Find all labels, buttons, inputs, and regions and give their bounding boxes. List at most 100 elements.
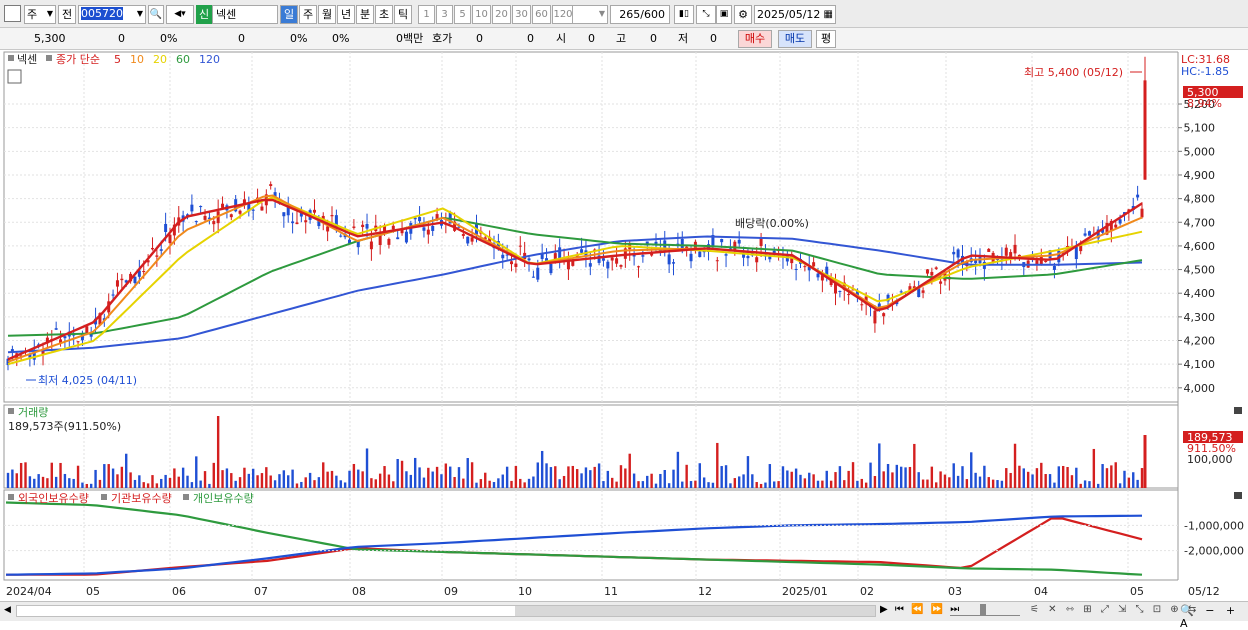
period-num-3[interactable]: 3 — [436, 5, 453, 24]
prev-button[interactable]: 전 — [58, 5, 76, 24]
timeframe-group: 일주월년분초틱 — [280, 5, 416, 24]
sell-button[interactable]: 매도 — [778, 30, 812, 48]
volume-bar — [120, 466, 124, 488]
date-field[interactable]: 2025/05/12 ▦ — [754, 5, 836, 24]
volume-bar — [317, 477, 321, 488]
timeframe-4[interactable]: 분 — [356, 5, 374, 24]
volume-bar — [273, 480, 277, 488]
scroll-track[interactable] — [16, 605, 876, 617]
volume-bar — [939, 471, 942, 488]
last-volume-bar — [1143, 435, 1147, 488]
candle-body — [654, 241, 658, 244]
candle-body — [549, 263, 553, 274]
high-label: 고 — [616, 32, 627, 45]
volume-bar — [1013, 443, 1017, 488]
price-tick-label: 4,600 — [1184, 240, 1216, 253]
zoom-slider[interactable] — [950, 604, 1020, 616]
volume-bar — [352, 463, 356, 488]
period-select[interactable]: 주 ▼ — [24, 5, 56, 24]
timeframe-6[interactable]: 틱 — [394, 5, 412, 24]
volume-bar — [1132, 472, 1135, 488]
timeframe-0[interactable]: 일 — [280, 5, 298, 24]
volume-bar — [199, 480, 202, 488]
period-num-1[interactable]: 1 — [418, 5, 435, 24]
volume-bar — [1088, 481, 1091, 488]
volume-bar — [913, 443, 916, 488]
period-num-5[interactable]: 5 — [454, 5, 471, 24]
volume-bar — [155, 483, 159, 488]
buy-button[interactable]: 매수 — [738, 30, 772, 48]
volume-bar — [418, 467, 421, 488]
scroll-left-icon[interactable]: ◀ — [4, 605, 11, 615]
price-tick-label: 4,300 — [1184, 311, 1216, 324]
volume-bar — [1035, 468, 1039, 488]
candle-body — [404, 231, 408, 243]
volume-bar — [637, 481, 640, 488]
stock-chart[interactable]: 5,2005,1005,0004,9004,8004,7004,6004,500… — [0, 50, 1248, 601]
volume-bar — [435, 466, 439, 488]
volume-bar — [952, 463, 955, 488]
candle-body — [838, 290, 842, 292]
volume-bar — [335, 475, 338, 488]
candle-body — [369, 241, 373, 250]
search-icon[interactable]: 🔍 — [148, 5, 164, 24]
candle-body — [194, 221, 198, 223]
timeframe-2[interactable]: 월 — [318, 5, 336, 24]
volume-bar — [453, 477, 456, 488]
volume-bar — [716, 442, 719, 488]
volume-bar — [470, 462, 474, 488]
candle-body — [282, 212, 286, 217]
count-field[interactable]: 265/600 — [610, 5, 670, 24]
holdings-tick: -1,000,000 — [1184, 519, 1244, 532]
volume-bar — [611, 477, 614, 488]
volume-bar — [672, 469, 675, 488]
calculator-icon — [7, 69, 22, 84]
sound-icon[interactable]: ◀▾ — [166, 5, 194, 24]
gear-icon[interactable]: ⚙ — [734, 5, 752, 24]
timeframe-1[interactable]: 주 — [299, 5, 317, 24]
chart-tool-icons[interactable]: ⚟ ✕ ⇿ ⊞ ⤢ ⇲ ⤡ ⊡ ⊕ ⇆ — [1030, 604, 1199, 615]
volume-bar — [536, 462, 539, 488]
period-dropdown[interactable]: ▼ — [572, 5, 608, 24]
timeframe-3[interactable]: 년 — [337, 5, 355, 24]
stock-name-field[interactable]: 넥센 — [212, 5, 278, 24]
candle-body — [422, 227, 426, 231]
zoom-icons[interactable]: 🔍 − + A — [1180, 604, 1248, 630]
volume-bar — [768, 464, 772, 488]
period-num-120[interactable]: 120 — [552, 5, 574, 24]
volume-bar — [103, 464, 106, 488]
price-tick-label: 4,400 — [1184, 287, 1216, 300]
volume-bar — [996, 480, 999, 488]
candle-body — [470, 237, 474, 242]
draw-tool-icon[interactable]: ⤡ — [696, 5, 716, 24]
timeframe-5[interactable]: 초 — [375, 5, 393, 24]
volume-bar — [238, 477, 242, 488]
code-input[interactable]: 005720 ▼ — [78, 5, 146, 24]
menu-icon[interactable] — [4, 5, 21, 22]
candle-body — [1004, 247, 1008, 256]
volume-bar — [628, 453, 631, 488]
candle-body — [1118, 219, 1122, 224]
avg-button[interactable]: 평 — [816, 30, 836, 48]
volume-bar — [392, 481, 395, 488]
volume-bar — [243, 467, 246, 488]
zoom-slider-handle[interactable] — [980, 604, 986, 616]
volume-bar — [1101, 464, 1104, 488]
volume-bar — [164, 474, 167, 488]
volume-bar — [510, 480, 513, 488]
volume-bar — [948, 477, 951, 488]
top-toolbar: 주 ▼ 전 005720 ▼ 🔍 ◀▾ 신 넥센 일주월년분초틱 1 3 5 10 20 30… — [0, 0, 1248, 28]
candle-body — [142, 271, 146, 273]
open-value: 0 — [588, 32, 595, 45]
save-icon[interactable]: ▣ — [716, 5, 732, 24]
candle-body — [418, 217, 422, 222]
period-num-60[interactable]: 60 — [532, 5, 551, 24]
candle-body — [115, 280, 119, 287]
period-num-30[interactable]: 30 — [512, 5, 531, 24]
period-num-20[interactable]: 20 — [492, 5, 511, 24]
price-tick-label: 4,800 — [1184, 193, 1216, 206]
volume-bar — [251, 468, 255, 488]
scroll-thumb[interactable] — [515, 606, 875, 616]
candle-type-icon[interactable]: ▮▯ — [674, 5, 694, 24]
period-num-10[interactable]: 10 — [472, 5, 491, 24]
